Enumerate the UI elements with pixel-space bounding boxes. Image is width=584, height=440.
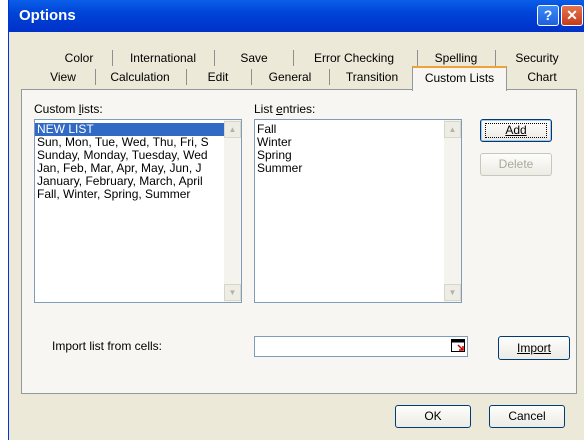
custom-lists-label-suffix: ists:	[81, 102, 103, 116]
tab-separator	[251, 69, 252, 85]
import-button[interactable]: Import	[498, 336, 570, 360]
add-button[interactable]: Add	[480, 119, 552, 142]
tab-separator	[95, 69, 96, 85]
focus-rect	[485, 123, 547, 138]
tab-separator	[293, 50, 294, 66]
tab-separator	[214, 50, 215, 66]
ok-button[interactable]: OK	[395, 405, 471, 428]
tab-chart[interactable]: Chart	[511, 68, 573, 87]
custom-lists-listbox[interactable]: NEW LIST Sun, Mon, Tue, Wed, Thu, Fri, S…	[34, 119, 242, 303]
import-label: Import list from cells:	[52, 339, 163, 353]
tab-error-checking[interactable]: Error Checking	[297, 49, 411, 68]
tab-international[interactable]: International	[117, 49, 209, 68]
options-dialog: Options ? ✕ Color International Save Err…	[8, 0, 584, 440]
tab-transition[interactable]: Transition	[333, 68, 411, 87]
list-entries-scrollbar[interactable]: ▲ ▼	[444, 120, 461, 302]
tab-general[interactable]: General	[255, 68, 325, 87]
tab-separator	[329, 69, 330, 85]
cancel-button[interactable]: Cancel	[489, 405, 565, 428]
list-item[interactable]: Fall, Winter, Spring, Summer	[35, 188, 241, 201]
list-entries-textarea[interactable]: Fall Winter Spring Summer ▲ ▼	[254, 119, 462, 303]
tab-separator	[186, 69, 187, 85]
scroll-down-arrow-icon[interactable]: ▼	[444, 284, 461, 301]
delete-button[interactable]: Delete	[480, 153, 552, 176]
tab-color[interactable]: Color	[49, 49, 109, 68]
help-icon: ?	[543, 7, 553, 23]
tab-security[interactable]: Security	[499, 49, 575, 68]
scroll-up-arrow-icon[interactable]: ▲	[444, 121, 461, 138]
scroll-up-arrow-icon[interactable]: ▲	[224, 121, 241, 138]
list-entries-label-accel: e	[276, 102, 283, 116]
cancel-button-label: Cancel	[508, 409, 546, 423]
custom-lists-scrollbar[interactable]: ▲ ▼	[224, 120, 241, 302]
close-button[interactable]: ✕	[561, 5, 583, 26]
window-title: Options	[19, 7, 76, 24]
tab-custom-lists[interactable]: Custom Lists	[412, 66, 507, 91]
tab-calculation[interactable]: Calculation	[97, 68, 183, 87]
list-entries-label-prefix: List	[254, 102, 277, 116]
tab-view[interactable]: View	[33, 68, 93, 87]
custom-lists-label-prefix: Custom	[34, 102, 79, 116]
custom-lists-page: Custom lists: NEW LIST Sun, Mon, Tue, We…	[21, 89, 577, 394]
help-button[interactable]: ?	[537, 5, 559, 26]
tab-separator	[495, 50, 496, 66]
custom-lists-label: Custom lists:	[34, 102, 103, 116]
ok-button-label: OK	[424, 409, 442, 423]
import-range-input[interactable]	[254, 336, 468, 357]
title-bar: Options ? ✕	[9, 0, 584, 32]
tab-separator	[112, 50, 113, 66]
list-entry: Summer	[257, 161, 303, 175]
tab-separator	[417, 50, 418, 66]
list-entries-label-suffix: ntries:	[282, 102, 316, 116]
scroll-down-arrow-icon[interactable]: ▼	[224, 284, 241, 301]
delete-button-label: Delete	[498, 157, 534, 171]
import-button-label: Import	[516, 341, 551, 355]
tab-edit[interactable]: Edit	[189, 68, 247, 87]
list-entries-label: List entries:	[254, 102, 315, 116]
close-icon: ✕	[566, 7, 578, 23]
tab-save[interactable]: Save	[221, 49, 287, 68]
collapse-dialog-icon[interactable]	[451, 339, 465, 352]
